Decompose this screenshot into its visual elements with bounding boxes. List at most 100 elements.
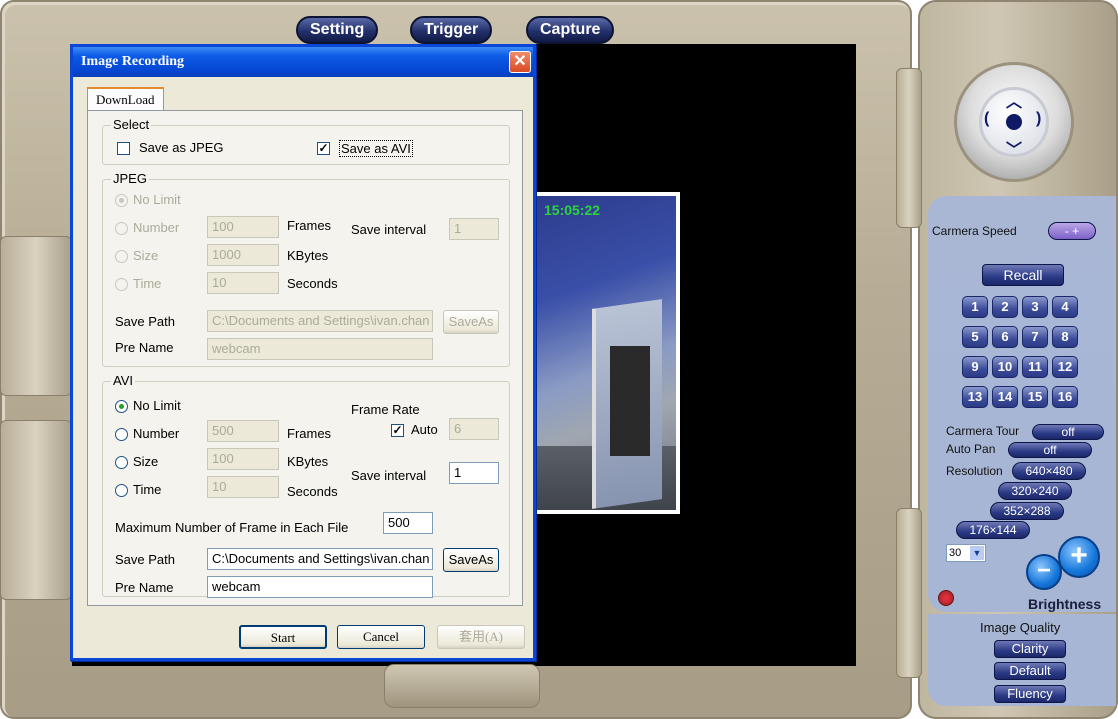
jpeg-group: JPEG No Limit Number 100 Frames Save int… [102,171,510,367]
preset-button-13[interactable]: 13 [962,386,988,408]
quality-fluency-button[interactable]: Fluency [994,685,1066,703]
preset-button-2[interactable]: 2 [992,296,1018,318]
quality-default-button[interactable]: Default [994,662,1066,680]
preset-button-10[interactable]: 10 [992,356,1018,378]
resolution-640x480[interactable]: 640×480 [1012,462,1086,480]
resolution-176x144[interactable]: 176×144 [956,521,1030,539]
resolution-320x240[interactable]: 320×240 [998,482,1072,500]
preset-button-6[interactable]: 6 [992,326,1018,348]
tab-trigger[interactable]: Trigger [410,16,493,44]
preset-button-12[interactable]: 12 [1052,356,1078,378]
preset-button-14[interactable]: 14 [992,386,1018,408]
left-hinge [0,236,72,396]
preset-button-7[interactable]: 7 [1022,326,1048,348]
brightness-label: Brightness [1028,596,1102,612]
resolution-352x288[interactable]: 352×288 [990,502,1064,520]
quality-clarity-button[interactable]: Clarity [994,640,1066,658]
jpeg-size-input[interactable]: 1000 [207,244,279,266]
jpeg-pre-name-input[interactable]: webcam [207,338,433,360]
avi-number-input[interactable]: 500 [207,420,279,442]
jpeg-save-path-input[interactable]: C:\Documents and Settings\ivan.chan [207,310,433,332]
camera-tour-toggle[interactable]: off [1032,424,1104,440]
avi-time-input[interactable]: 10 [207,476,279,498]
jpeg-nolimit-radio[interactable] [115,194,128,207]
avi-save-path-input[interactable]: C:\Documents and Settings\ivan.chan [207,548,433,570]
image-recording-dialog: Image Recording ✕ DownLoad Select Save a… [70,44,536,661]
arrow-down-icon[interactable]: ﹀ [1006,136,1022,160]
preset-button-8[interactable]: 8 [1052,326,1078,348]
recall-button[interactable]: Recall [982,264,1064,286]
max-frames-input[interactable]: 500 [383,512,433,534]
preset-button-15[interactable]: 15 [1022,386,1048,408]
preset-button-3[interactable]: 3 [1022,296,1048,318]
joystick-center[interactable]: ︿ ﹀ ( ) [979,87,1049,160]
close-icon[interactable]: ✕ [509,51,531,73]
avi-nolimit-label: No Limit [133,398,181,413]
chevron-down-icon[interactable]: ▼ [970,546,984,560]
frame-rate-input[interactable]: 6 [449,418,499,440]
avi-time-radio[interactable] [115,484,128,497]
camera-tour-label: Carmera Tour [946,424,1020,438]
frame-rate-label: Frame Rate [351,402,420,417]
jpeg-size-label: Size [133,248,159,263]
tab-capture[interactable]: Capture [526,16,615,44]
avi-size-input[interactable]: 100 [207,448,279,470]
brightness-minus-button[interactable]: − [1026,554,1062,590]
avi-save-interval-input[interactable]: 1 [449,462,499,484]
arrow-right-icon[interactable]: ) [1036,110,1041,128]
jpeg-number-radio[interactable] [115,222,128,235]
arrow-left-icon[interactable]: ( [984,110,989,128]
avi-pre-name-input[interactable]: webcam [207,576,433,598]
preset-button-4[interactable]: 4 [1052,296,1078,318]
avi-group-title: AVI [111,373,135,388]
camera-image: 15:05:22 [532,196,676,510]
auto-frame-rate-checkbox[interactable]: ✓ [391,424,404,437]
preset-button-16[interactable]: 16 [1052,386,1078,408]
resolution-label: Resolution [946,464,1003,478]
auto-pan-toggle[interactable]: off [1008,442,1092,458]
select-group: Select Save as JPEG ✓ Save as AVI [102,117,510,165]
jpeg-size-unit: KBytes [287,248,329,263]
preset-button-9[interactable]: 9 [962,356,988,378]
start-button[interactable]: Start [239,625,327,649]
avi-number-radio[interactable] [115,428,128,441]
jpeg-saveas-button[interactable]: SaveAs [443,310,499,334]
apply-button[interactable]: 套用(A) [437,625,525,649]
brightness-plus-button[interactable]: + [1058,536,1100,578]
avi-group: AVI No Limit Frame Rate Number 500 Frame… [102,373,510,598]
jpeg-save-interval-input[interactable]: 1 [449,218,499,240]
avi-size-unit: KBytes [287,454,329,469]
arrow-up-icon[interactable]: ︿ [1006,88,1022,112]
pan-tilt-joystick[interactable]: ︿ ﹀ ( ) [954,62,1074,182]
preset-button-5[interactable]: 5 [962,326,988,348]
preset-button-1[interactable]: 1 [962,296,988,318]
save-avi-checkbox[interactable]: ✓ [317,142,330,155]
joystick-dot-icon [1006,114,1022,130]
camera-speed-control[interactable]: - + [1048,222,1096,240]
save-jpeg-label: Save as JPEG [139,140,224,155]
jpeg-pre-name-label: Pre Name [115,340,174,355]
jpeg-size-radio[interactable] [115,250,128,263]
jpeg-time-radio[interactable] [115,278,128,291]
cancel-button[interactable]: Cancel [337,625,425,649]
right-hinge [896,68,922,228]
jpeg-number-input[interactable]: 100 [207,216,279,238]
avi-nolimit-radio[interactable] [115,400,128,413]
max-frames-label: Maximum Number of Frame in Each File [115,520,349,535]
download-panel: Select Save as JPEG ✓ Save as AVI JPEG N… [87,110,523,606]
tab-download[interactable]: DownLoad [87,87,164,111]
jpeg-time-input[interactable]: 10 [207,272,279,294]
save-jpeg-checkbox[interactable] [117,142,130,155]
tab-setting[interactable]: Setting [296,16,379,44]
select-group-title: Select [111,117,152,132]
left-hinge-lower [0,420,72,600]
camera-timestamp: 15:05:22 [544,202,601,218]
avi-saveas-button[interactable]: SaveAs [443,548,499,572]
camera-speed-label: Carmera Speed [932,224,1017,238]
jpeg-group-title: JPEG [111,171,149,186]
avi-size-radio[interactable] [115,456,128,469]
jpeg-number-unit: Frames [287,218,332,233]
fps-select[interactable]: 30 ▼ [946,544,986,562]
jpeg-time-label: Time [133,276,162,291]
preset-button-11[interactable]: 11 [1022,356,1048,378]
